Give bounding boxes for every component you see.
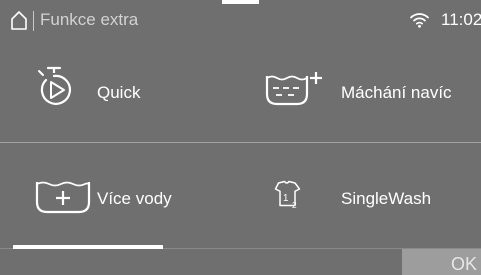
stopwatch-play-icon xyxy=(38,66,72,105)
option-more-water[interactable]: Více vody xyxy=(0,145,240,245)
ok-button[interactable]: OK xyxy=(402,249,481,275)
wifi-icon xyxy=(410,13,429,28)
clock: 11:02 xyxy=(441,10,481,29)
svg-text:1: 1 xyxy=(283,193,288,204)
option-singlewash[interactable]: 1 2 SingleWash xyxy=(241,145,481,245)
option-extra-rinse-label: Máchání navíc xyxy=(341,83,452,102)
status-bar: Funkce extra 11:02 xyxy=(0,0,481,40)
page-title: Funkce extra xyxy=(40,10,139,29)
option-singlewash-label: SingleWash xyxy=(341,189,432,208)
tub-plus-icon xyxy=(265,72,322,106)
tub-water-plus-icon xyxy=(35,181,91,214)
header-divider xyxy=(33,11,34,31)
option-quick-label: Quick xyxy=(97,83,141,102)
page-indicator xyxy=(13,245,163,249)
home-icon[interactable] xyxy=(10,10,28,30)
top-indicator xyxy=(222,0,259,4)
ok-button-label: OK xyxy=(450,254,477,274)
single-shirt-icon: 1 2 xyxy=(274,180,301,210)
option-quick[interactable]: Quick xyxy=(0,42,240,142)
row-divider xyxy=(0,142,481,143)
option-extra-rinse[interactable]: Máchání navíc xyxy=(241,42,481,142)
svg-text:2: 2 xyxy=(292,201,297,210)
option-more-water-label: Více vody xyxy=(97,189,172,208)
